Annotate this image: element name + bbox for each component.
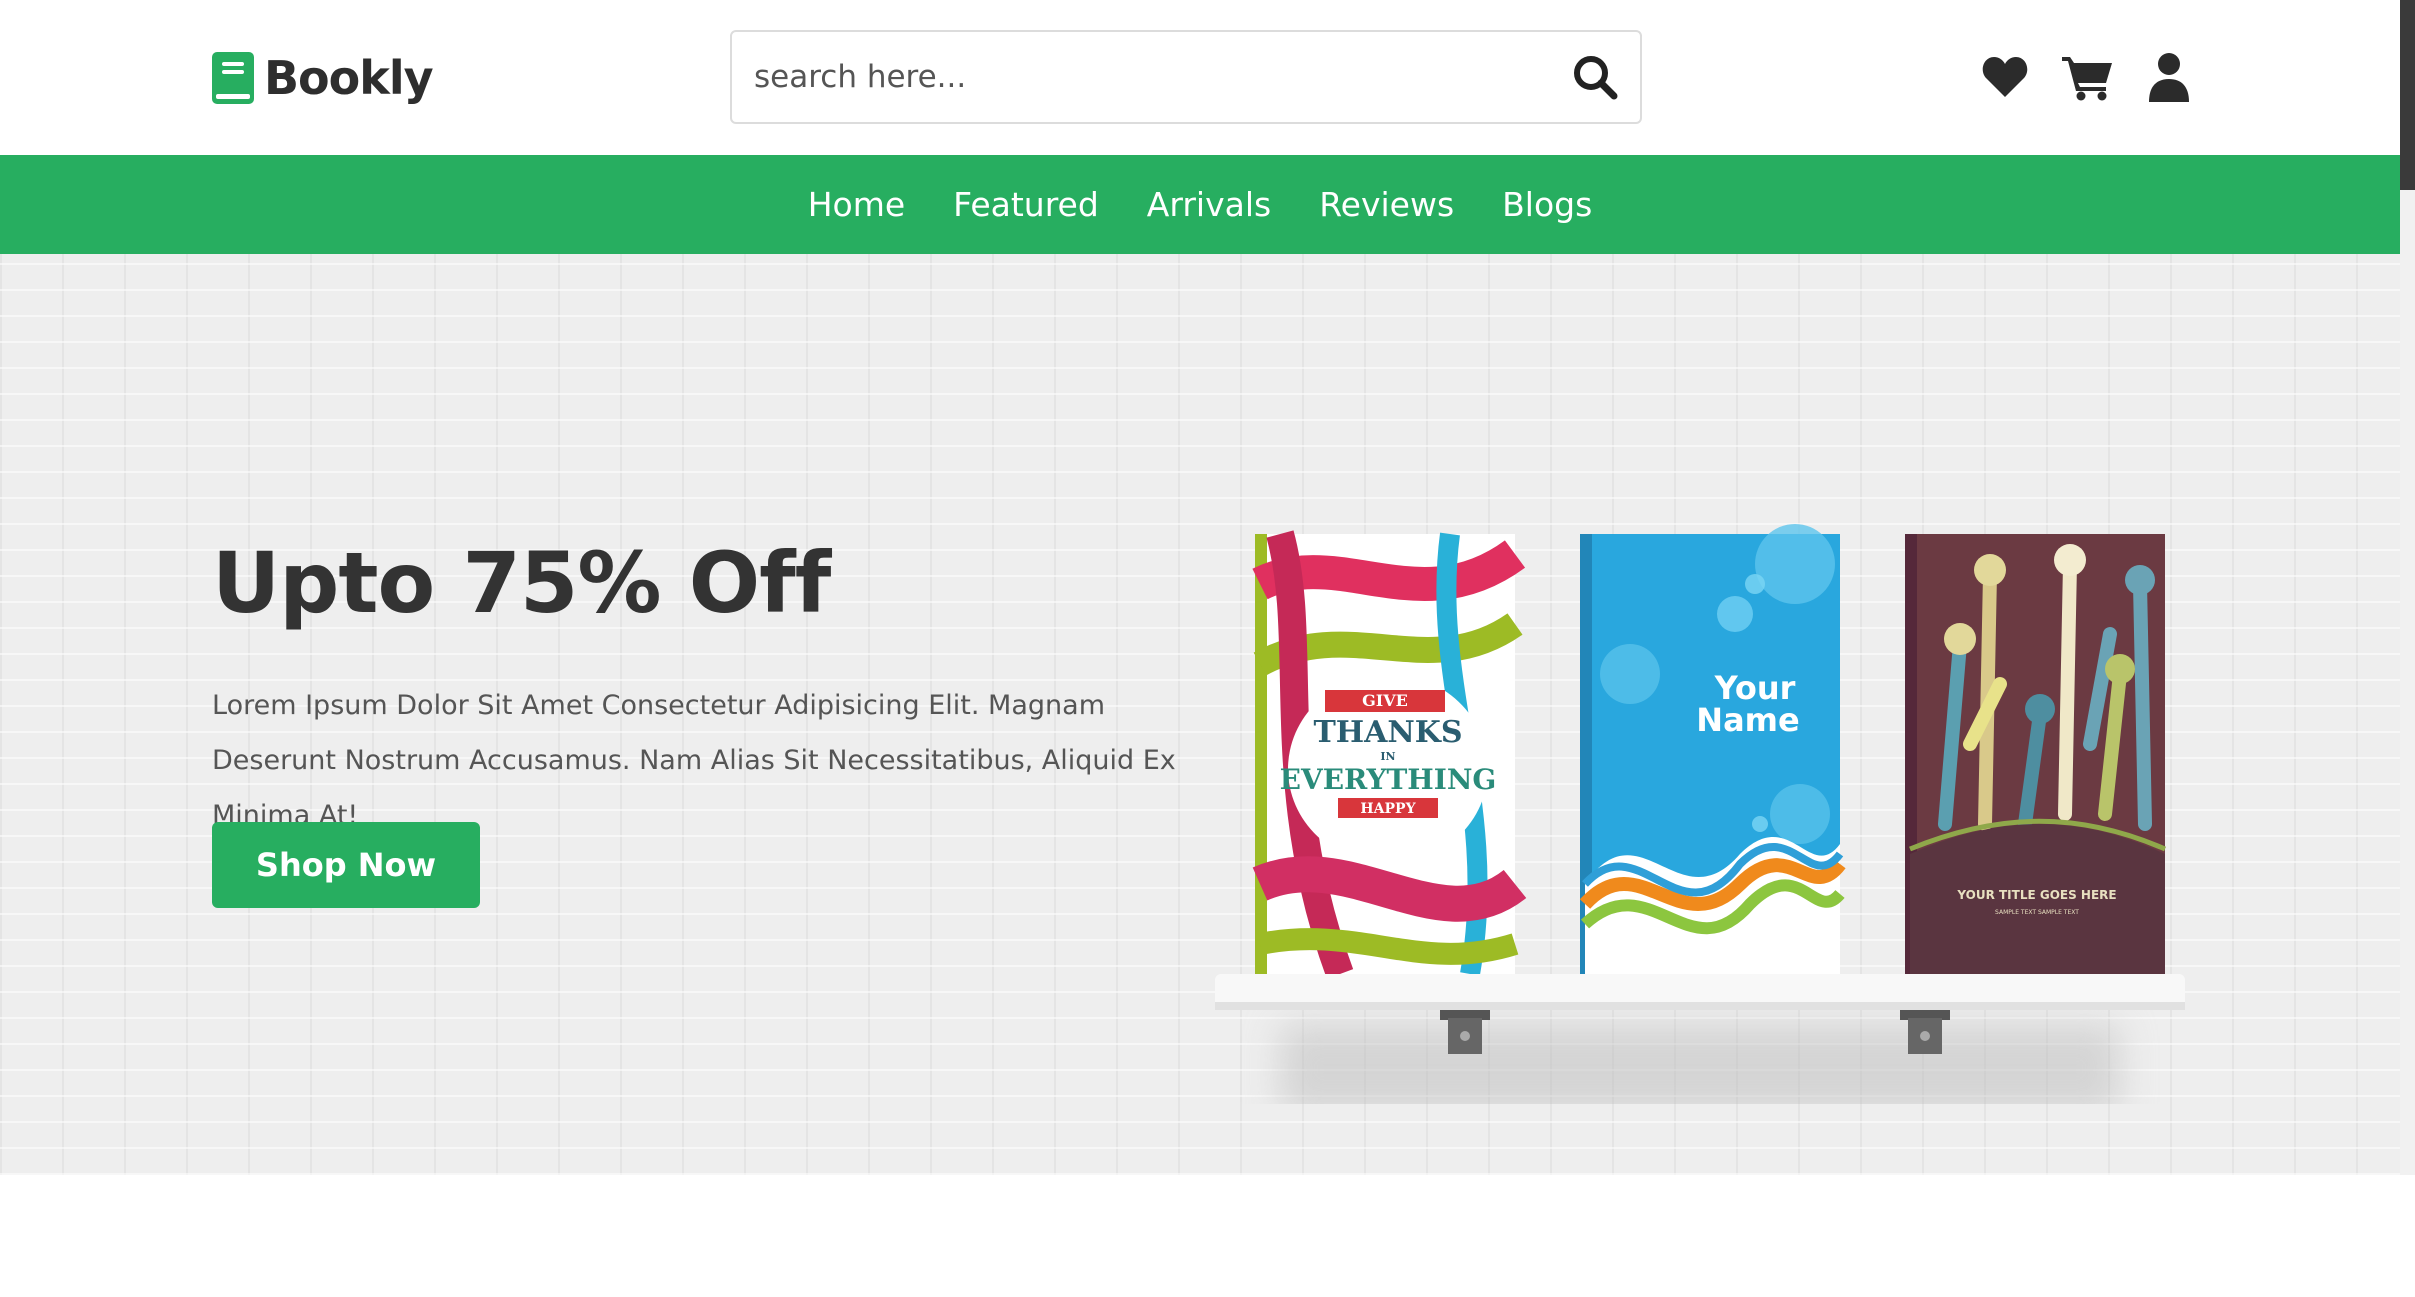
shop-now-button[interactable]: Shop Now bbox=[212, 822, 480, 908]
book1-line4: EVERYTHING bbox=[1280, 763, 1497, 796]
book-icon bbox=[212, 52, 254, 104]
book-cover-hands: YOUR TITLE GOES HERE SAMPLE TEXT SAMPLE … bbox=[1905, 534, 2166, 974]
cart-icon bbox=[2062, 57, 2112, 101]
site-header: Bookly bbox=[0, 0, 2400, 155]
main-navbar: Home Featured Arrivals Reviews Blogs bbox=[0, 155, 2400, 254]
book1-line2: THANKS bbox=[1313, 715, 1462, 750]
book3-line1: YOUR TITLE GOES HERE bbox=[1956, 888, 2116, 902]
book1-line1: GIVE bbox=[1362, 691, 1408, 710]
logo-text: Bookly bbox=[264, 51, 434, 105]
hero-banner: Upto 75% Off Lorem Ipsum Dolor Sit Amet … bbox=[0, 254, 2400, 1175]
book-cover-thanks: GIVE THANKS IN EVERYTHING HAPPY bbox=[1252, 530, 1527, 979]
heart-icon bbox=[1982, 57, 2028, 97]
account-button[interactable] bbox=[2142, 50, 2196, 104]
logo[interactable]: Bookly bbox=[212, 48, 434, 108]
header-icons bbox=[1978, 50, 2196, 104]
book1-line5: HAPPY bbox=[1360, 801, 1416, 817]
search-icon bbox=[1574, 56, 1618, 100]
shelf-shadow bbox=[1280, 1024, 2120, 1104]
book-cover-your-name: Your Name bbox=[1579, 524, 1846, 974]
cart-button[interactable] bbox=[2060, 50, 2114, 104]
wishlist-button[interactable] bbox=[1978, 50, 2032, 104]
bookshelf-illustration: GIVE THANKS IN EVERYTHING HAPPY Your Nam… bbox=[1215, 524, 2185, 1104]
search-button[interactable] bbox=[1550, 32, 1640, 122]
book2-line2: Name bbox=[1696, 701, 1799, 739]
search-input[interactable] bbox=[732, 31, 1550, 123]
book1-line3: IN bbox=[1380, 750, 1395, 763]
user-icon bbox=[2149, 53, 2189, 102]
nav-featured[interactable]: Featured bbox=[953, 185, 1099, 224]
search-bar bbox=[730, 30, 1642, 124]
nav-home[interactable]: Home bbox=[808, 185, 905, 224]
book3-line2: SAMPLE TEXT SAMPLE TEXT bbox=[1995, 909, 2079, 916]
nav-arrivals[interactable]: Arrivals bbox=[1147, 185, 1271, 224]
hero-description: Lorem Ipsum Dolor Sit Amet Consectetur A… bbox=[212, 690, 1176, 831]
nav-blogs[interactable]: Blogs bbox=[1502, 185, 1592, 224]
hero-title: Upto 75% Off bbox=[212, 534, 831, 632]
nav-reviews[interactable]: Reviews bbox=[1319, 185, 1454, 224]
scrollbar-thumb[interactable] bbox=[2400, 0, 2415, 190]
